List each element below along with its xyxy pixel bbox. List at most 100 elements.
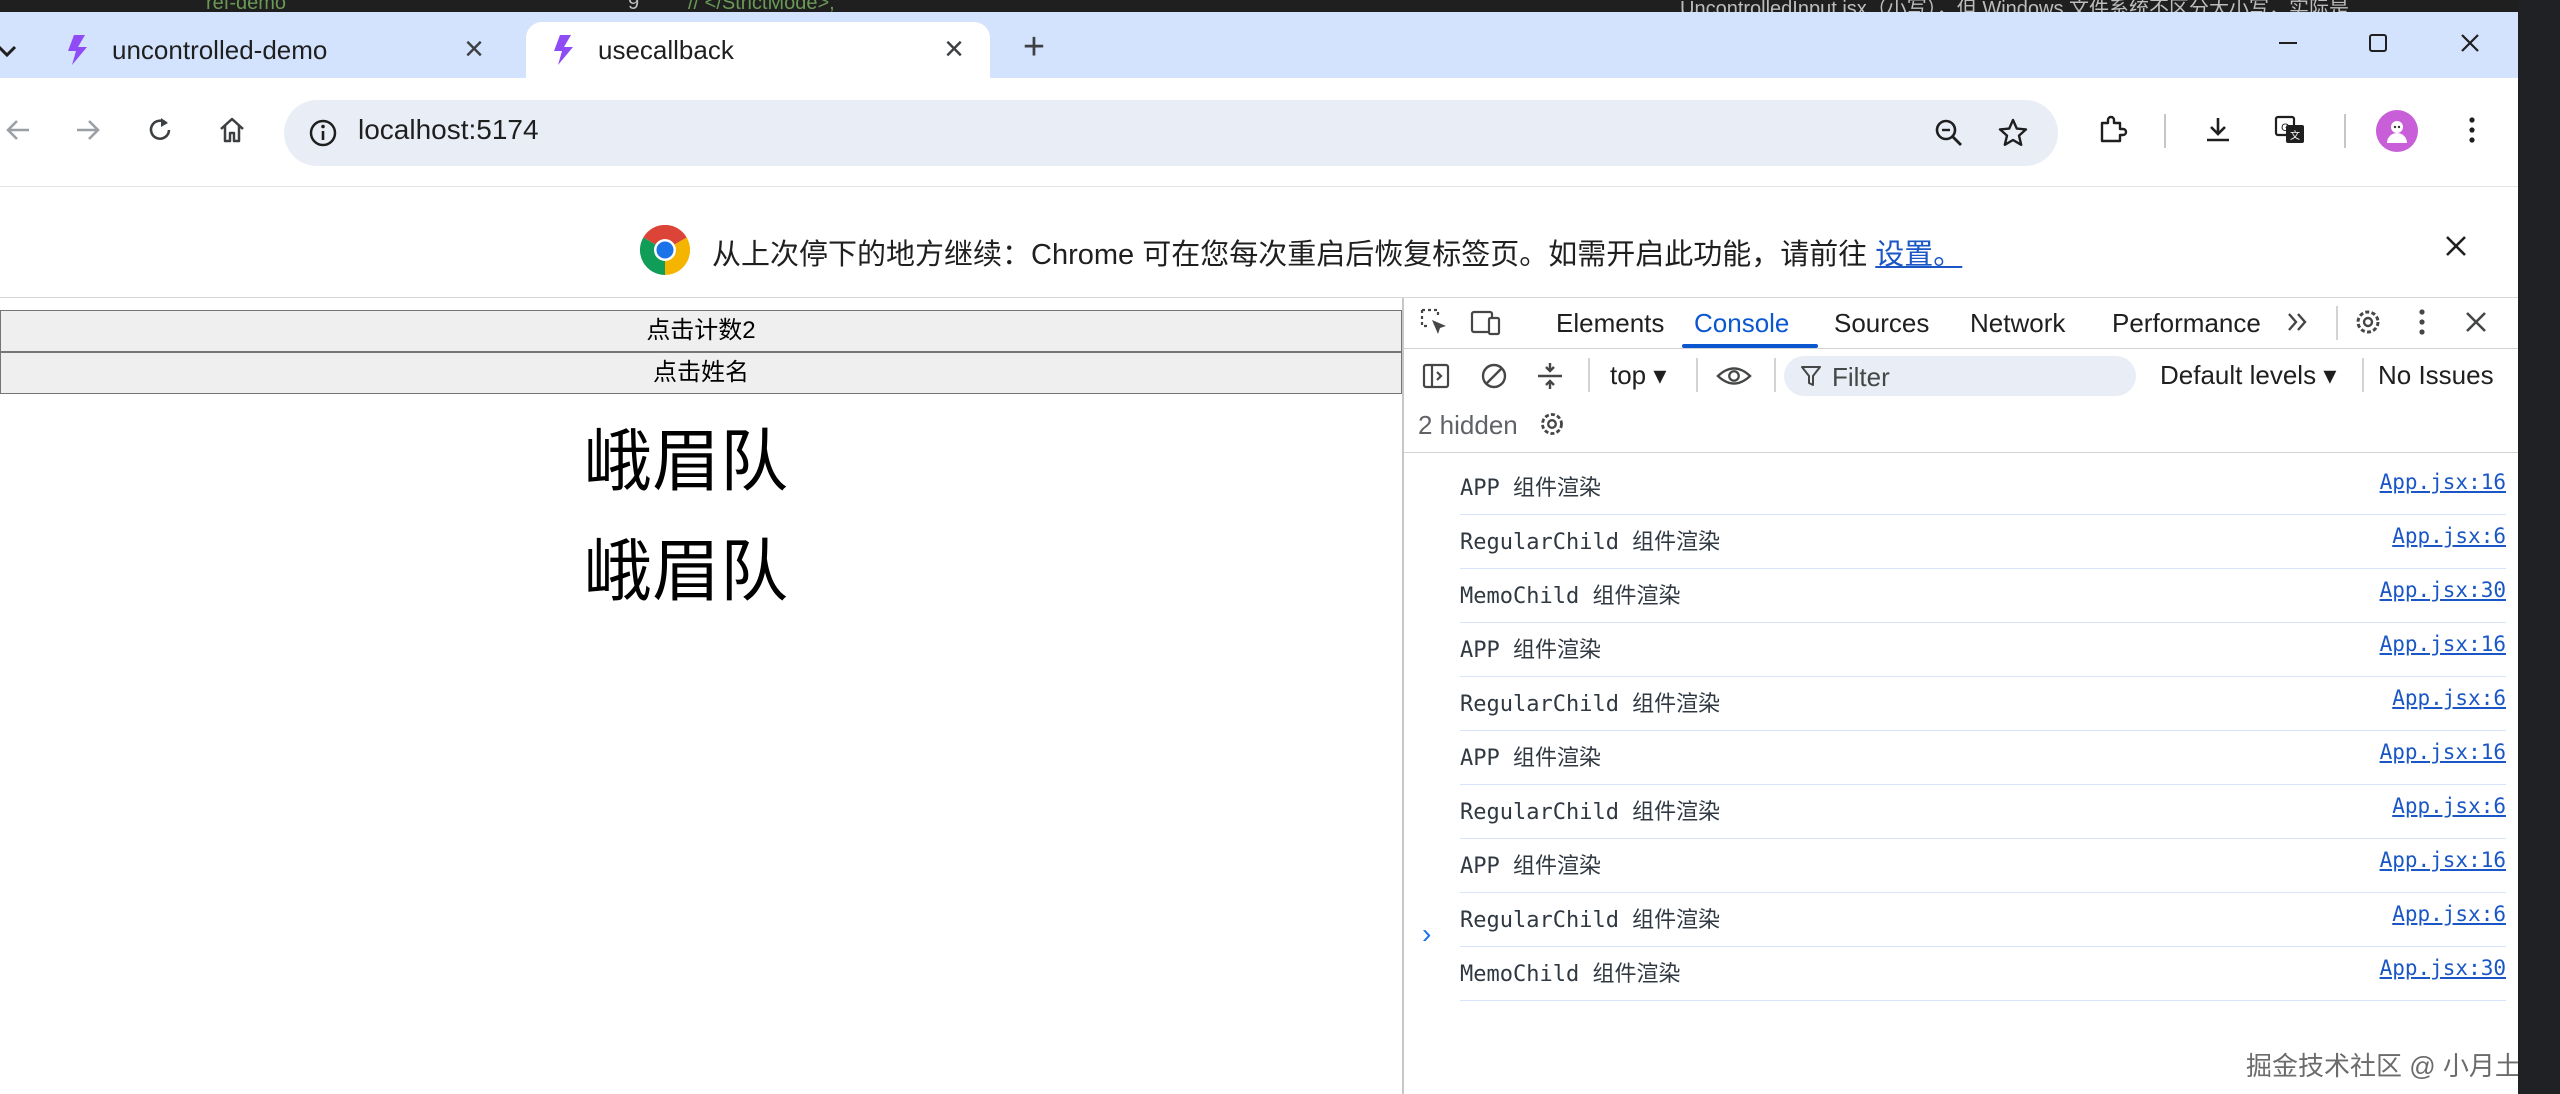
group-similar-icon[interactable]: [1532, 358, 1568, 394]
console-source-link[interactable]: App.jsx:6: [2392, 524, 2506, 548]
watermark: 掘金技术社区 @ 小月土星: [2246, 1051, 2518, 1081]
console-divider: [2362, 358, 2364, 392]
name-heading: 峨眉队: [583, 423, 788, 502]
console-message-text: APP 组件渲染: [1460, 638, 1601, 663]
devtools-tab-bar: Elements Console Sources Network Perform…: [1404, 298, 2518, 349]
settings-link[interactable]: 设置。: [1875, 239, 1962, 271]
tab-usecallback[interactable]: usecallback ×: [526, 22, 990, 78]
filter-funnel-icon: [1800, 364, 1822, 393]
filter-placeholder: Filter: [1832, 362, 1890, 392]
infobar-message: 从上次停下的地方继续：Chrome 可在您每次重启后恢复标签页。如需开启此功能，…: [712, 239, 1963, 271]
zoom-icon[interactable]: [1928, 112, 1970, 154]
console-message-row: MemoChild 组件渲染 App.jsx:30: [1460, 948, 2506, 1001]
console-source-link[interactable]: App.jsx:16: [2380, 470, 2506, 494]
devtools-panel: Elements Console Sources Network Perform…: [1402, 298, 2518, 1094]
bookmark-star-icon[interactable]: [1992, 112, 2034, 154]
context-selector[interactable]: top ▾: [1610, 360, 1666, 391]
console-message-row: RegularChild 组件渲染 App.jsx:6: [1460, 516, 2506, 569]
inspect-element-icon[interactable]: [1416, 304, 1452, 340]
log-levels-dropdown[interactable]: Default levels ▾: [2160, 360, 2336, 391]
back-arrow-icon[interactable]: [0, 106, 42, 154]
url-text[interactable]: localhost:5174: [358, 114, 539, 146]
forward-arrow-icon[interactable]: [64, 106, 112, 154]
console-message-row: RegularChild 组件渲染 App.jsx:6: [1460, 678, 2506, 731]
console-message-row: RegularChild 组件渲染 App.jsx:6: [1460, 894, 2506, 947]
console-filter-input[interactable]: Filter: [1784, 356, 2136, 396]
vite-logo-icon: [548, 32, 584, 68]
console-settings-gear-icon[interactable]: [1534, 406, 1570, 442]
console-message-row: APP 组件渲染 App.jsx:16: [1460, 624, 2506, 677]
toolbar: localhost:5174 G文: [0, 78, 2518, 186]
dropdown-triangle-icon: ▾: [2323, 360, 2337, 390]
site-info-icon[interactable]: [304, 114, 342, 152]
console-source-link[interactable]: App.jsx:16: [2380, 848, 2506, 872]
browser-window: uncontrolled-demo × usecallback × + loca…: [0, 12, 2518, 1094]
tab-title: uncontrolled-demo: [112, 34, 328, 65]
sidebar-toggle-icon[interactable]: [1418, 358, 1454, 394]
live-expression-eye-icon[interactable]: [1716, 358, 1752, 394]
console-source-link[interactable]: App.jsx:16: [2380, 632, 2506, 656]
console-message-text: RegularChild 组件渲染: [1460, 692, 1721, 717]
count-button[interactable]: 点击计数2: [0, 310, 1402, 352]
console-message-text: APP 组件渲染: [1460, 746, 1601, 771]
page-viewport: 点击计数2 点击姓名 峨眉队 峨眉队: [0, 298, 1402, 1094]
devtools-tab-network[interactable]: Network: [1970, 308, 2065, 339]
home-icon[interactable]: [208, 106, 256, 154]
svg-text:G: G: [2281, 122, 2290, 134]
console-source-link[interactable]: App.jsx:6: [2392, 686, 2506, 710]
restore-infobar: 从上次停下的地方继续：Chrome 可在您每次重启后恢复标签页。如需开启此功能，…: [0, 186, 2518, 298]
console-message-text: APP 组件渲染: [1460, 854, 1601, 879]
console-message-row: APP 组件渲染 App.jsx:16: [1460, 840, 2506, 893]
svg-text:文: 文: [2290, 129, 2300, 142]
console-source-link[interactable]: App.jsx:6: [2392, 902, 2506, 926]
reload-icon[interactable]: [136, 106, 184, 154]
address-bar[interactable]: localhost:5174: [284, 100, 2058, 166]
name-button[interactable]: 点击姓名: [0, 352, 1402, 394]
settings-gear-icon[interactable]: [2350, 304, 2386, 340]
console-message-text: MemoChild 组件渲染: [1460, 962, 1681, 987]
tab-title: usecallback: [598, 34, 734, 65]
devtools-menu-icon[interactable]: [2404, 304, 2440, 340]
console-prompt-chevron-icon[interactable]: ›: [1422, 918, 1431, 950]
kebab-menu-icon[interactable]: [2448, 106, 2496, 154]
tab-search-chevron-icon[interactable]: [0, 38, 18, 69]
devtools-tab-console[interactable]: Console: [1694, 308, 1789, 339]
toolbar-divider: [2344, 114, 2346, 148]
translate-icon[interactable]: G文: [2266, 106, 2314, 154]
device-toolbar-icon[interactable]: [1468, 304, 1504, 340]
window-close-icon[interactable]: [2440, 22, 2500, 72]
console-message-row: APP 组件渲染 App.jsx:16: [1460, 462, 2506, 515]
devtools-close-icon[interactable]: [2458, 304, 2494, 340]
console-message-text: RegularChild 组件渲染: [1460, 800, 1721, 825]
more-tabs-chevron-icon[interactable]: [2280, 304, 2316, 340]
new-tab-plus-icon[interactable]: +: [1012, 26, 1056, 70]
tab-strip: uncontrolled-demo × usecallback × +: [0, 12, 2518, 78]
console-message-text: RegularChild 组件渲染: [1460, 908, 1721, 933]
tab-close-icon[interactable]: ×: [938, 32, 970, 66]
console-message-text: APP 组件渲染: [1460, 476, 1601, 501]
tab-uncontrolled-demo[interactable]: uncontrolled-demo ×: [40, 22, 510, 78]
background-editor-edge: [2518, 0, 2560, 1094]
maximize-icon[interactable]: [2348, 22, 2408, 72]
infobar-close-icon[interactable]: [2434, 225, 2478, 269]
issues-counter[interactable]: No Issues: [2378, 360, 2494, 391]
console-source-link[interactable]: App.jsx:30: [2380, 956, 2506, 980]
vite-logo-icon: [62, 32, 98, 68]
console-source-link[interactable]: App.jsx:16: [2380, 740, 2506, 764]
tab-close-icon[interactable]: ×: [458, 32, 490, 66]
console-divider: [1588, 358, 1590, 392]
extensions-icon[interactable]: [2088, 106, 2136, 154]
console-message-text: RegularChild 组件渲染: [1460, 530, 1721, 555]
minimize-icon[interactable]: [2258, 22, 2318, 72]
devtools-divider: [2336, 306, 2338, 340]
devtools-tab-sources[interactable]: Sources: [1834, 308, 1929, 339]
toolbar-divider: [2164, 114, 2166, 148]
downloads-icon[interactable]: [2194, 106, 2242, 154]
console-source-link[interactable]: App.jsx:6: [2392, 794, 2506, 818]
clear-console-icon[interactable]: [1476, 358, 1512, 394]
devtools-tab-elements[interactable]: Elements: [1556, 308, 1664, 339]
profile-avatar[interactable]: [2376, 110, 2418, 152]
devtools-tab-performance[interactable]: Performance: [2112, 308, 2261, 339]
console-source-link[interactable]: App.jsx:30: [2380, 578, 2506, 602]
console-message-row: MemoChild 组件渲染 App.jsx:30: [1460, 570, 2506, 623]
